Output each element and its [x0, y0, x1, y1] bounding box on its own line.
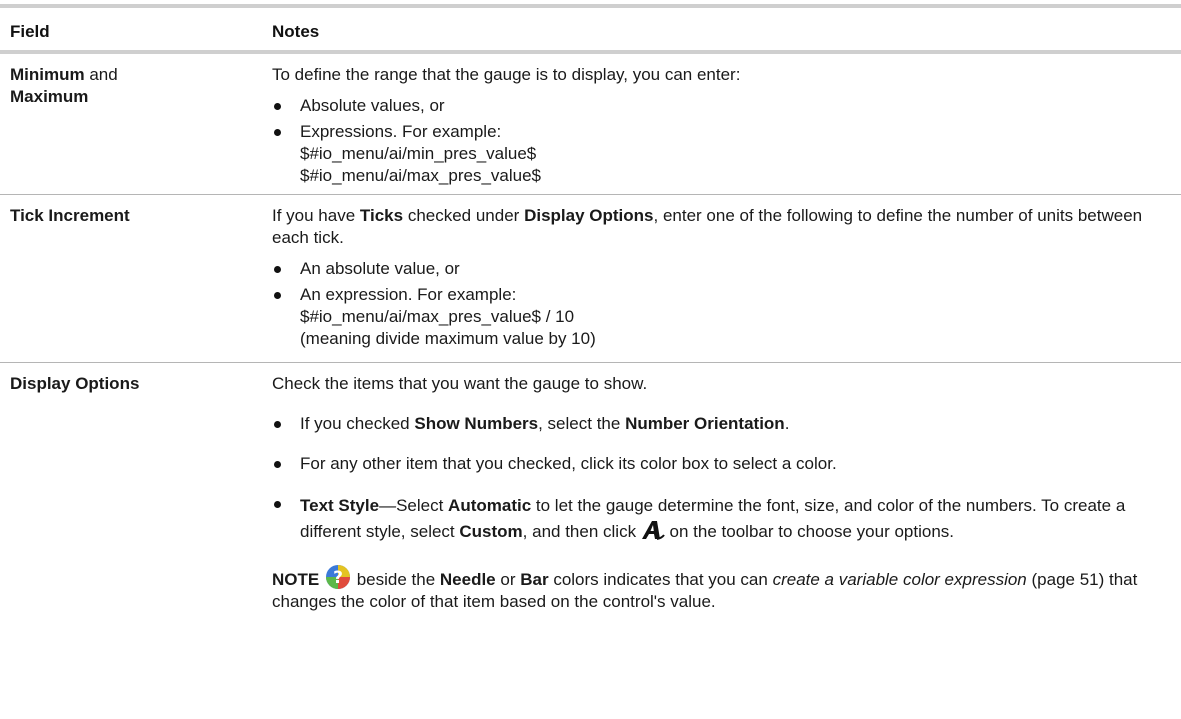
list-item: An absolute value, or [272, 258, 1172, 280]
field-cell: Minimum and Maximum [10, 64, 118, 108]
table-row-display-options: Display Options Check the items that you… [0, 363, 1181, 719]
field-and: and [89, 65, 118, 84]
list-item: For any other item that you checked, cli… [272, 453, 1172, 475]
field-cell: Tick Increment [10, 205, 130, 227]
notes-intro: Check the items that you want the gauge … [272, 374, 648, 393]
list-item: Text Style—Select Automatic to let the g… [272, 493, 1172, 545]
help-question-icon: ? [324, 563, 352, 591]
bold-automatic: Automatic [448, 496, 532, 515]
text: . [784, 414, 790, 433]
text: beside the [356, 570, 436, 589]
notes-cell: To define the range that the gauge is to… [272, 64, 1172, 187]
notes-intro: To define the range that the gauge is to… [272, 65, 741, 84]
text: or [500, 570, 516, 589]
bold-show-numbers: Show Numbers [414, 414, 539, 433]
expression-text: $#io_menu/ai/min_pres_value$ [300, 144, 537, 163]
bold-custom: Custom [459, 522, 523, 541]
text: —Select [379, 496, 444, 515]
field-minimum: Minimum [10, 65, 85, 84]
list-item: Absolute values, or [272, 95, 1172, 117]
text: colors indicates that you can [553, 570, 768, 589]
list-item: An expression. For example: $#io_menu/ai… [272, 284, 1172, 350]
expression-note: (meaning divide maximum value by 10) [300, 329, 596, 348]
field-maximum: Maximum [10, 87, 89, 106]
expression-text: $#io_menu/ai/max_pres_value$ [300, 166, 541, 185]
bold-text-style: Text Style [300, 496, 380, 515]
header-field: Field [10, 22, 50, 41]
text: , select the [538, 414, 621, 433]
table-row-min-max: Minimum and Maximum To define the range … [0, 54, 1181, 195]
text: , and then click [522, 522, 637, 541]
note-label: NOTE [272, 570, 320, 589]
bold-number-orientation: Number Orientation [625, 414, 785, 433]
variable-color-expression-link[interactable]: create a variable color expression [773, 570, 1027, 589]
svg-text:?: ? [333, 568, 343, 588]
table-row-tick-increment: Tick Increment If you have Ticks checked… [0, 195, 1181, 363]
header-notes: Notes [272, 22, 320, 41]
list-item-text: An expression. For example: [300, 285, 517, 304]
list-item: If you checked Show Numbers, select the … [272, 413, 1172, 435]
bold-ticks: Ticks [359, 206, 404, 225]
notes-intro: If you have Ticks checked under Display … [272, 205, 1172, 249]
text: If you have [272, 206, 356, 225]
bold-display-options: Display Options [524, 206, 654, 225]
list-item-text: Expressions. For example: [300, 122, 502, 141]
text: on the toolbar to choose your options. [669, 522, 955, 541]
notes-cell: If you have Ticks checked under Display … [272, 205, 1172, 350]
font-style-A-icon [641, 519, 665, 541]
field-tick-increment: Tick Increment [10, 206, 130, 225]
text: If you checked [300, 414, 410, 433]
note-paragraph: NOTE ? beside the Needle or Bar colors i… [272, 563, 1172, 613]
expression-text: $#io_menu/ai/max_pres_value$ / 10 [300, 307, 575, 326]
field-cell: Display Options [10, 373, 139, 395]
text: , enter one of the following to define t… [272, 206, 1143, 247]
bold-bar: Bar [520, 570, 549, 589]
field-display-options: Display Options [10, 374, 140, 393]
text: checked under [407, 206, 520, 225]
table-header-row: Field Notes [0, 8, 1181, 54]
list-item: Expressions. For example: $#io_menu/ai/m… [272, 121, 1172, 187]
bold-needle: Needle [439, 570, 496, 589]
notes-cell: Check the items that you want the gauge … [272, 373, 1172, 613]
